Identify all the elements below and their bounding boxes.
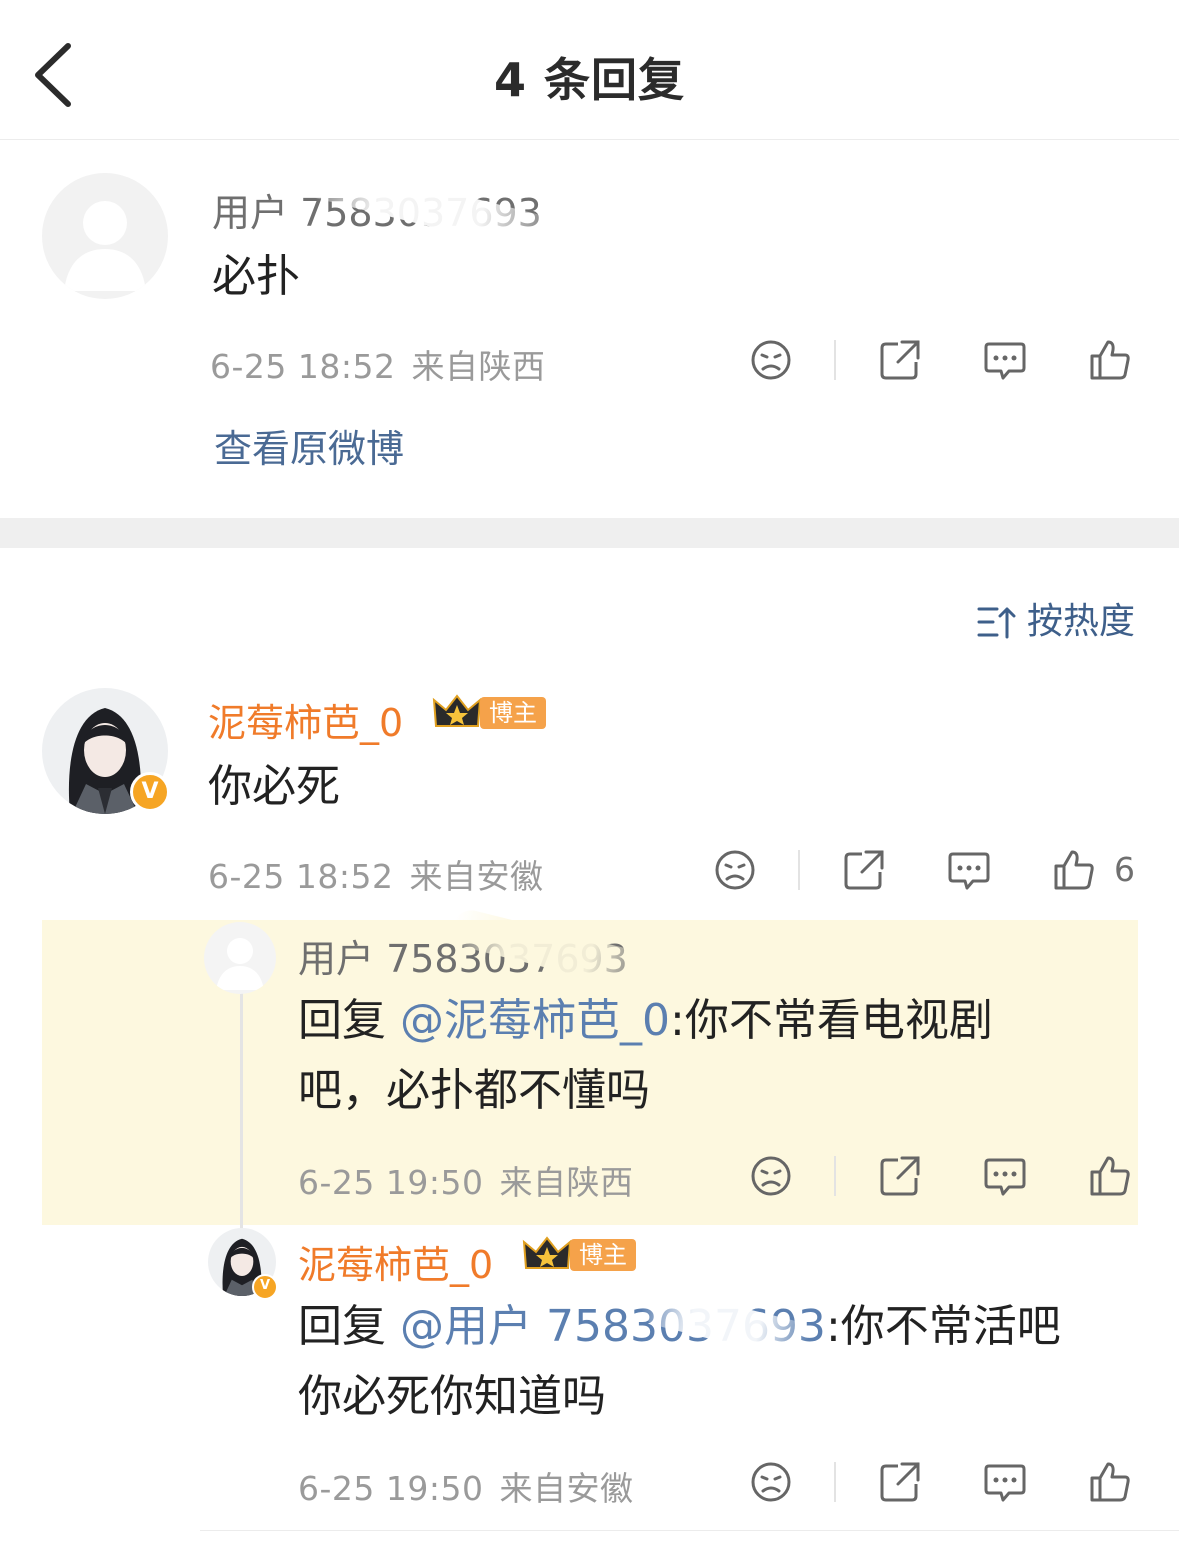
- verified-badge: V: [252, 1274, 278, 1300]
- like-icon[interactable]: [1088, 338, 1132, 382]
- thread-line: [240, 990, 243, 1230]
- badge-label: 博主: [570, 1239, 636, 1271]
- dislike-icon[interactable]: [749, 1460, 793, 1504]
- comment-icon[interactable]: [983, 1460, 1027, 1504]
- avatar[interactable]: [204, 922, 276, 994]
- reply-text: 回复 @泥莓柿芭_0:你不常看电视剧 吧，必扑都不懂吗: [298, 986, 993, 1126]
- share-icon[interactable]: [878, 338, 922, 382]
- divider: [798, 850, 800, 890]
- location: 来自陕西: [411, 347, 546, 386]
- like-icon[interactable]: [1088, 1460, 1132, 1504]
- comment-icon[interactable]: [983, 338, 1027, 382]
- username[interactable]: 泥莓柿芭_0: [298, 1234, 493, 1289]
- comment-meta: 6-25 18:52 来自陕西: [210, 340, 546, 388]
- reply-meta: 6-25 19:50 来自陕西: [298, 1156, 634, 1204]
- reply-text-line2: 你必死你知道吗: [298, 1371, 606, 1422]
- reply-meta: 6-25 19:50 来自安徽: [298, 1462, 634, 1510]
- timestamp: 6-25 18:52: [208, 857, 394, 896]
- blogger-badge: 博主: [432, 694, 552, 731]
- sort-icon: [977, 607, 1016, 639]
- comment-text: 你必死: [208, 761, 340, 812]
- badge-label: 博主: [480, 697, 546, 729]
- top-bar: 4 条回复: [0, 0, 1179, 140]
- sort-label: 按热度: [1026, 601, 1135, 642]
- reply-text-line2: 吧，必扑都不懂吗: [298, 1065, 650, 1116]
- view-original-link[interactable]: 查看原微博: [214, 418, 404, 473]
- location: 来自陕西: [499, 1163, 634, 1202]
- like-count: 6: [1114, 850, 1135, 889]
- comment-text: 必扑: [212, 251, 300, 302]
- divider: [834, 340, 836, 380]
- share-icon[interactable]: [842, 848, 886, 892]
- reply-prefix: 回复: [298, 995, 400, 1046]
- crown-icon: [522, 1236, 572, 1269]
- username[interactable]: 泥莓柿芭_0: [208, 692, 403, 747]
- share-icon[interactable]: [878, 1460, 922, 1504]
- timestamp: 6-25 18:52: [210, 347, 396, 386]
- like-icon[interactable]: [1088, 1154, 1132, 1198]
- divider: [200, 1530, 1179, 1531]
- comment-meta: 6-25 18:52 来自安徽: [208, 850, 544, 898]
- crown-icon: [432, 694, 482, 727]
- timestamp: 6-25 19:50: [298, 1469, 484, 1508]
- dislike-icon[interactable]: [749, 1154, 793, 1198]
- divider: [834, 1156, 836, 1196]
- dislike-icon[interactable]: [749, 338, 793, 382]
- page-title: 4 条回复: [493, 53, 686, 107]
- section-divider: [0, 518, 1179, 548]
- reply-text-line1: :你不常看电视剧: [670, 995, 993, 1046]
- location: 来自安徽: [409, 857, 544, 896]
- divider: [834, 1462, 836, 1502]
- blogger-badge: 博主: [522, 1236, 642, 1273]
- sort-button[interactable]: 按热度: [977, 592, 1135, 644]
- mention-link[interactable]: @泥莓柿芭_0: [400, 995, 670, 1046]
- dislike-icon[interactable]: [713, 848, 757, 892]
- verified-badge: V: [130, 772, 170, 812]
- default-avatar-icon: [64, 201, 146, 291]
- location: 来自安徽: [499, 1469, 634, 1508]
- comment-icon[interactable]: [947, 848, 991, 892]
- like-icon[interactable]: [1052, 848, 1096, 892]
- avatar[interactable]: [42, 173, 168, 299]
- share-icon[interactable]: [878, 1154, 922, 1198]
- comment-icon[interactable]: [983, 1154, 1027, 1198]
- timestamp: 6-25 19:50: [298, 1163, 484, 1202]
- reply-prefix: 回复: [298, 1301, 400, 1352]
- reply-text-line1: :你不常活吧: [825, 1301, 1061, 1352]
- default-avatar-icon: [216, 938, 264, 990]
